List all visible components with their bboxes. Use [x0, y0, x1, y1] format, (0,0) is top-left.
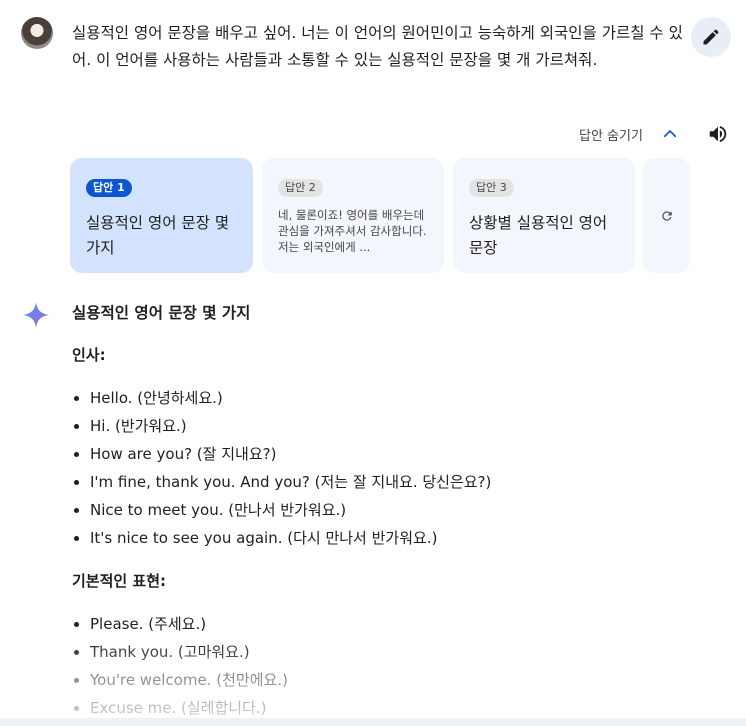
draft-card-3[interactable]: 답안 3 상황별 실용적인 영어 문장	[453, 158, 635, 273]
user-prompt-text: 실용적인 영어 문장을 배우고 싶어. 너는 이 언어의 원어민이고 능숙하게 …	[72, 24, 683, 69]
list-item: Please. (주세요.)	[90, 610, 712, 638]
speaker-icon	[709, 125, 727, 143]
phrase-list: Please. (주세요.) Thank you. (고마워요.) You're…	[72, 610, 712, 722]
list-item: Nice to meet you. (만나서 반가워요.)	[90, 496, 712, 524]
draft-badge: 답안 1	[86, 179, 132, 197]
draft-badge: 답안 2	[278, 179, 323, 197]
read-aloud-button[interactable]	[706, 122, 730, 146]
list-item: Hi. (반가워요.)	[90, 412, 712, 440]
list-item: You're welcome. (천만에요.)	[90, 666, 712, 694]
list-item: How are you? (잘 지내요?)	[90, 440, 712, 468]
section-heading: 인사:	[72, 346, 106, 364]
draft-title: 실용적인 영어 문장 몇 가지	[86, 214, 230, 257]
draft-title: 상황별 실용적인 영어 문장	[469, 214, 608, 257]
bottom-bar	[0, 718, 746, 726]
chevron-up-icon	[663, 130, 677, 138]
phrase-list: Hello. (안녕하세요.) Hi. (반가워요.) How are you?…	[72, 384, 712, 552]
list-item: Hello. (안녕하세요.)	[90, 384, 712, 412]
hide-drafts-label: 답안 숨기기	[579, 128, 643, 144]
list-item: Thank you. (고마워요.)	[90, 638, 712, 666]
section-heading: 기본적인 표현:	[72, 572, 167, 590]
draft-card-2[interactable]: 답안 2 네, 물론이죠! 영어를 배우는데 관심을 가져주셔서 감사합니다. …	[262, 158, 444, 273]
hide-drafts-toggle[interactable]: 답안 숨기기	[579, 123, 679, 145]
pencil-icon	[703, 29, 719, 45]
refresh-icon	[661, 210, 672, 221]
answer-title: 실용적인 영어 문장 몇 가지	[72, 304, 251, 322]
answer-content: 실용적인 영어 문장 몇 가지 인사: Hello. (안녕하세요.) Hi. …	[72, 300, 712, 722]
draft-preview-text: 네, 물론이죠! 영어를 배우는데 관심을 가져주셔서 감사합니다. 저는 외국…	[278, 208, 427, 254]
regenerate-drafts-button[interactable]	[643, 158, 690, 273]
draft-badge: 답안 3	[469, 179, 514, 197]
draft-card-1[interactable]: 답안 1 실용적인 영어 문장 몇 가지	[70, 158, 253, 273]
list-item: It's nice to see you again. (다시 만나서 반가워요…	[90, 524, 712, 552]
edit-prompt-button[interactable]	[691, 17, 731, 57]
list-item: I'm fine, thank you. And you? (저는 잘 지내요.…	[90, 468, 712, 496]
gemini-sparkle-icon	[23, 302, 49, 328]
user-avatar	[21, 17, 53, 49]
